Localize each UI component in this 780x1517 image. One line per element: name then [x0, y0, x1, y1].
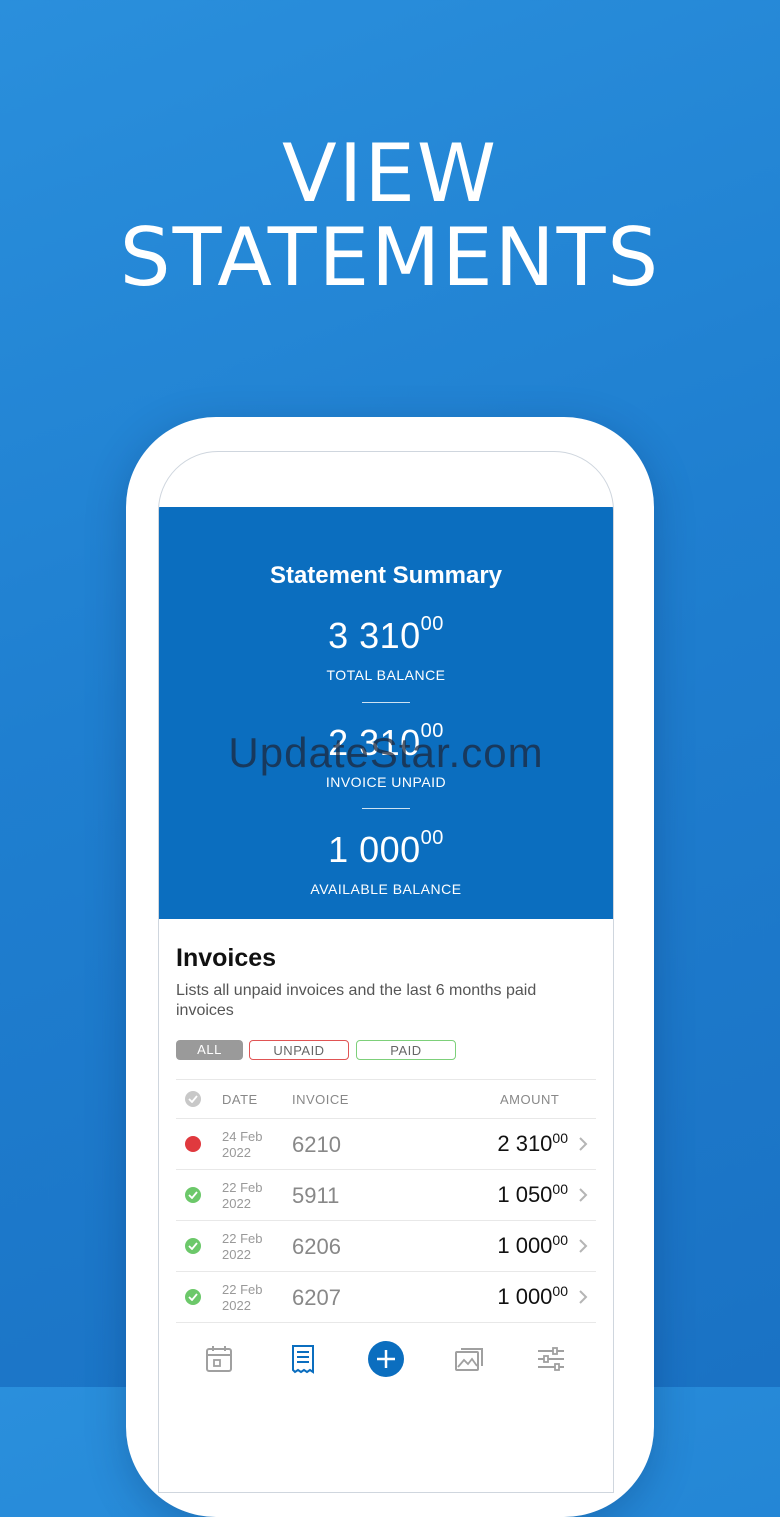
filter-all-button[interactable]: ALL [176, 1040, 243, 1060]
invoices-section: Invoices Lists all unpaid invoices and t… [159, 919, 613, 1492]
row-amount: 1 05000 [497, 1181, 568, 1207]
watermark: UpdateStar.com [228, 729, 544, 776]
tab-bar [159, 1331, 613, 1391]
column-date: DATE [222, 1092, 258, 1107]
total-balance-label: TOTAL BALANCE [326, 667, 446, 683]
headline-line-2: STATEMENTS [119, 211, 661, 304]
row-invoice-number: 5911 [292, 1183, 340, 1208]
filter-paid-button[interactable]: PAID [356, 1040, 456, 1060]
chevron-right-icon [579, 1290, 588, 1304]
table-row[interactable]: 24 Feb 2022 6210 2 31000 [176, 1119, 596, 1170]
chevron-right-icon [579, 1137, 588, 1151]
statement-icon[interactable] [287, 1343, 319, 1375]
table-header: DATE INVOICE AMOUNT [176, 1079, 596, 1119]
summary-title: Statement Summary [269, 562, 503, 589]
chevron-right-icon [579, 1188, 588, 1202]
row-amount: 1 00000 [497, 1283, 568, 1309]
row-invoice-number: 6207 [292, 1285, 341, 1310]
column-invoice: INVOICE [292, 1092, 349, 1107]
paid-check-icon [185, 1238, 201, 1254]
table-row[interactable]: 22 Feb 2022 6207 1 00000 [176, 1272, 596, 1323]
headline: VIEW STATEMENTS [0, 132, 780, 300]
filter-unpaid-button[interactable]: UNPAID [249, 1040, 349, 1060]
headline-line-1: VIEW [282, 127, 498, 220]
total-balance-amount: 3 31000 [328, 613, 444, 656]
row-date: 22 Feb 2022 [222, 1231, 263, 1262]
phone-frame: Statement Summary 3 31000 TOTAL BALANCE … [126, 417, 654, 1517]
summary-divider [362, 702, 410, 703]
invoices-description: Lists all unpaid invoices and the last 6… [176, 982, 537, 1019]
paid-check-icon [185, 1289, 201, 1305]
column-amount: AMOUNT [500, 1092, 560, 1107]
row-date: 24 Feb 2022 [222, 1129, 263, 1160]
row-invoice-number: 6206 [292, 1234, 341, 1259]
add-icon[interactable] [367, 1340, 405, 1378]
chevron-right-icon [579, 1239, 588, 1253]
statement-summary-panel: Statement Summary 3 31000 TOTAL BALANCE … [159, 507, 613, 919]
row-amount: 1 00000 [497, 1232, 568, 1258]
table-row[interactable]: 22 Feb 2022 6206 1 00000 [176, 1221, 596, 1272]
gallery-icon[interactable] [453, 1343, 485, 1375]
calendar-icon[interactable] [203, 1343, 235, 1375]
phone-screen: Statement Summary 3 31000 TOTAL BALANCE … [158, 451, 614, 1493]
row-date: 22 Feb 2022 [222, 1180, 263, 1211]
summary-divider [362, 808, 410, 809]
row-invoice-number: 6210 [292, 1132, 341, 1157]
select-all-check-icon[interactable] [185, 1091, 201, 1107]
settings-sliders-icon[interactable] [535, 1343, 567, 1375]
available-balance-amount: 1 00000 [328, 827, 444, 870]
invoices-table: DATE INVOICE AMOUNT 24 Feb 2022 6210 2 31… [176, 1079, 596, 1323]
paid-check-icon [185, 1187, 201, 1203]
available-balance-label: AVAILABLE BALANCE [310, 881, 462, 897]
row-amount: 2 31000 [497, 1130, 568, 1156]
table-row[interactable]: 22 Feb 2022 5911 1 05000 [176, 1170, 596, 1221]
invoices-title: Invoices [176, 944, 277, 972]
unpaid-status-icon [185, 1136, 201, 1152]
row-date: 22 Feb 2022 [222, 1282, 263, 1313]
